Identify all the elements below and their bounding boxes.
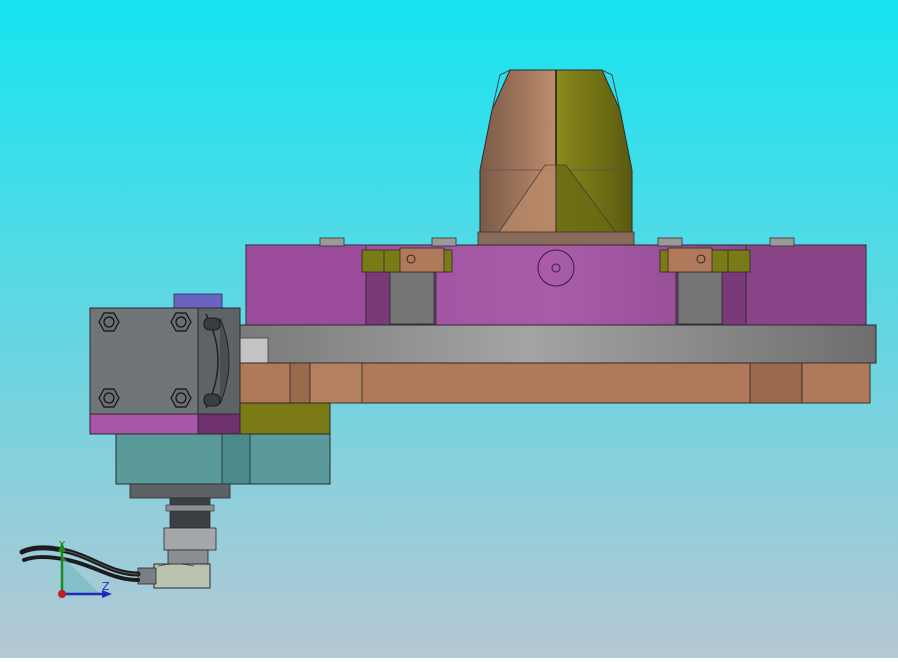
axis-z-label: Z: [102, 580, 110, 593]
collet-cone[interactable]: [477, 69, 635, 247]
cad-viewport[interactable]: Z Y: [0, 0, 898, 658]
blue-cap: [173, 293, 223, 309]
axis-y-label: Y: [59, 540, 66, 551]
copper-base[interactable]: [239, 362, 871, 404]
cad-model-canvas[interactable]: [0, 0, 898, 658]
plate-tab: [239, 337, 269, 364]
insert-block-right: [677, 271, 723, 325]
insert-block-left: [389, 271, 435, 325]
clamp-right[interactable]: [659, 247, 751, 273]
cable-connector: [153, 563, 211, 589]
clamp-left[interactable]: [361, 247, 453, 273]
base-plate[interactable]: [239, 324, 877, 364]
magenta-housing[interactable]: [245, 244, 867, 326]
olive-spacer: [239, 402, 331, 436]
